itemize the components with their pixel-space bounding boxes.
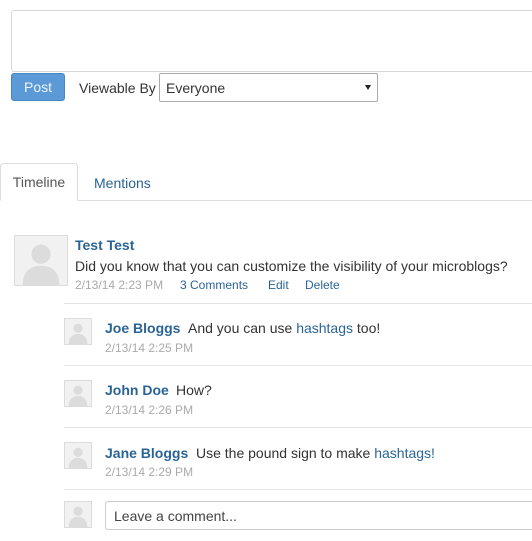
- comment-divider: [64, 365, 532, 366]
- post-timestamp: 2/13/14 2:23 PM: [75, 278, 164, 292]
- viewable-by-selected-value: Everyone: [166, 79, 226, 96]
- post-button[interactable]: Post: [11, 73, 65, 101]
- default-user-avatar-icon: [64, 442, 92, 469]
- comment-timestamp: 2/13/14 2:26 PM: [105, 403, 194, 417]
- default-user-avatar-icon: [64, 501, 92, 528]
- default-user-avatar-icon: [14, 235, 68, 286]
- comment-divider: [64, 489, 532, 490]
- comment-timestamp: 2/13/14 2:29 PM: [105, 465, 194, 479]
- comment-text: How?: [176, 382, 212, 398]
- tabs-divider: [0, 200, 532, 201]
- comment-timestamp: 2/13/14 2:25 PM: [105, 341, 194, 355]
- edit-post-link[interactable]: Edit: [268, 278, 289, 292]
- tab-timeline[interactable]: Timeline: [0, 163, 78, 201]
- caret-down-icon: [365, 85, 371, 90]
- microblog-compose-textarea[interactable]: [11, 10, 532, 72]
- comment-text: And you can use hashtags too!: [188, 320, 381, 336]
- default-user-avatar-icon: [64, 380, 92, 407]
- comments-divider: [64, 303, 532, 304]
- post-text: Did you know that you can customize the …: [75, 258, 508, 274]
- default-user-avatar-icon: [64, 318, 92, 345]
- hashtag-link[interactable]: hashtags: [296, 320, 353, 336]
- comment-author-link[interactable]: John Doe: [105, 382, 169, 398]
- comment-author-link[interactable]: Jane Bloggs: [105, 445, 188, 461]
- comments-count-link[interactable]: 3 Comments: [180, 278, 248, 292]
- hashtag-link[interactable]: hashtags!: [374, 445, 435, 461]
- comment-author-link[interactable]: Joe Bloggs: [105, 320, 180, 336]
- leave-comment-input[interactable]: [105, 501, 532, 530]
- tab-mentions[interactable]: Mentions: [94, 175, 151, 191]
- post-author-link[interactable]: Test Test: [75, 237, 134, 253]
- delete-post-link[interactable]: Delete: [305, 278, 340, 292]
- viewable-by-label: Viewable By: [79, 80, 156, 96]
- viewable-by-select[interactable]: Everyone: [159, 73, 378, 102]
- comment-text: Use the pound sign to make hashtags!: [196, 445, 435, 461]
- comment-divider: [64, 427, 532, 428]
